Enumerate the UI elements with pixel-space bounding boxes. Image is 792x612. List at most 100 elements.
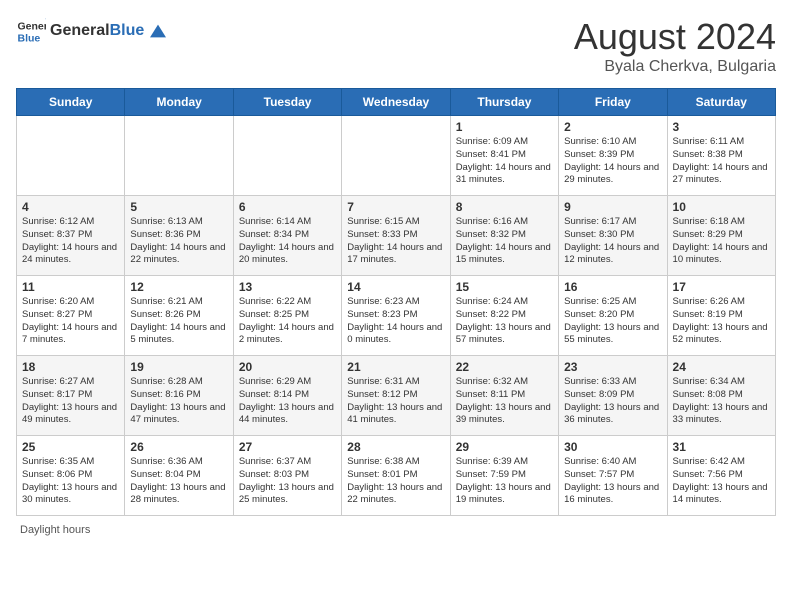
table-row: 12Sunrise: 6:21 AM Sunset: 8:26 PM Dayli… bbox=[125, 276, 233, 356]
table-row: 14 Sunrise: 6:23 AM Sunset: 8:23 PM Dayli… bbox=[342, 276, 450, 356]
col-saturday: Saturday bbox=[667, 89, 775, 116]
calendar-header: Sunday Monday Tuesday Wednesday Thursday… bbox=[17, 89, 776, 116]
day-content: Sunrise: 6:36 AM Sunset: 8:04 PM Dayligh… bbox=[130, 456, 227, 507]
table-row: 28Sunrise: 6:38 AM Sunset: 8:01 PM Dayli… bbox=[342, 436, 450, 516]
day-number: 2 bbox=[564, 120, 661, 134]
day-content: Sunrise: 6:11 AM Sunset: 8:38 PM Dayligh… bbox=[673, 136, 770, 187]
table-row: 17Sunrise: 6:26 AM Sunset: 8:19 PM Dayli… bbox=[667, 276, 775, 356]
col-tuesday: Tuesday bbox=[233, 89, 341, 116]
day-number: 9 bbox=[564, 200, 661, 214]
table-row: 10 Sunrise: 6:18 AM Sunset: 8:29 PM Dayli… bbox=[667, 196, 775, 276]
table-row: 7Sunrise: 6:15 AM Sunset: 8:33 PM Daylig… bbox=[342, 196, 450, 276]
title-area: August 2024 Byala Cherkva, Bulgaria bbox=[574, 16, 776, 76]
day-content: Sunrise: 6:21 AM Sunset: 8:26 PM Dayligh… bbox=[130, 296, 227, 347]
day-content: Sunrise: 6:09 AM Sunset: 8:41 PM Dayligh… bbox=[456, 136, 553, 187]
day-content: Sunrise: 6:18 AM Sunset: 8:29 PM Dayligh… bbox=[673, 216, 770, 267]
table-row: 2 Sunrise: 6:10 AM Sunset: 8:39 PM Daylig… bbox=[559, 116, 667, 196]
footer: Daylight hours bbox=[16, 524, 776, 536]
table-row: 25Sunrise: 6:35 AM Sunset: 8:06 PM Dayli… bbox=[17, 436, 125, 516]
table-row: 4 Sunrise: 6:12 AM Sunset: 8:37 PM Daylig… bbox=[17, 196, 125, 276]
day-content: Sunrise: 6:35 AM Sunset: 8:06 PM Dayligh… bbox=[22, 456, 119, 507]
col-friday: Friday bbox=[559, 89, 667, 116]
calendar-week-row: 4 Sunrise: 6:12 AM Sunset: 8:37 PM Daylig… bbox=[17, 196, 776, 276]
table-row bbox=[342, 116, 450, 196]
header: General Blue GeneralBlue August 2024 Bya… bbox=[16, 16, 776, 76]
day-number: 22 bbox=[456, 360, 553, 374]
day-content: Sunrise: 6:10 AM Sunset: 8:39 PM Dayligh… bbox=[564, 136, 661, 187]
logo-triangle-icon bbox=[150, 23, 166, 39]
day-number: 28 bbox=[347, 440, 444, 454]
table-row: 11Sunrise: 6:20 AM Sunset: 8:27 PM Dayli… bbox=[17, 276, 125, 356]
table-row: 13 Sunrise: 6:22 AM Sunset: 8:25 PM Dayli… bbox=[233, 276, 341, 356]
svg-text:Blue: Blue bbox=[18, 33, 41, 45]
day-number: 15 bbox=[456, 280, 553, 294]
daylight-hours-label: Daylight hours bbox=[20, 524, 90, 536]
day-number: 6 bbox=[239, 200, 336, 214]
day-content: Sunrise: 6:12 AM Sunset: 8:37 PM Dayligh… bbox=[22, 216, 119, 267]
day-number: 27 bbox=[239, 440, 336, 454]
day-content: Sunrise: 6:14 AM Sunset: 8:34 PM Dayligh… bbox=[239, 216, 336, 267]
calendar-week-row: 11Sunrise: 6:20 AM Sunset: 8:27 PM Dayli… bbox=[17, 276, 776, 356]
day-number: 10 bbox=[673, 200, 770, 214]
day-number: 13 bbox=[239, 280, 336, 294]
table-row bbox=[17, 116, 125, 196]
table-row: 15Sunrise: 6:24 AM Sunset: 8:22 PM Dayli… bbox=[450, 276, 558, 356]
day-content: Sunrise: 6:33 AM Sunset: 8:09 PM Dayligh… bbox=[564, 376, 661, 427]
table-row bbox=[233, 116, 341, 196]
logo-blue: Blue bbox=[110, 22, 145, 39]
table-row: 30 Sunrise: 6:40 AM Sunset: 7:57 PM Dayli… bbox=[559, 436, 667, 516]
day-number: 4 bbox=[22, 200, 119, 214]
day-content: Sunrise: 6:13 AM Sunset: 8:36 PM Dayligh… bbox=[130, 216, 227, 267]
day-number: 26 bbox=[130, 440, 227, 454]
day-content: Sunrise: 6:27 AM Sunset: 8:17 PM Dayligh… bbox=[22, 376, 119, 427]
table-row: 26 Sunrise: 6:36 AM Sunset: 8:04 PM Dayli… bbox=[125, 436, 233, 516]
day-content: Sunrise: 6:29 AM Sunset: 8:14 PM Dayligh… bbox=[239, 376, 336, 427]
day-content: Sunrise: 6:25 AM Sunset: 8:20 PM Dayligh… bbox=[564, 296, 661, 347]
day-content: Sunrise: 6:31 AM Sunset: 8:12 PM Dayligh… bbox=[347, 376, 444, 427]
col-thursday: Thursday bbox=[450, 89, 558, 116]
day-number: 21 bbox=[347, 360, 444, 374]
day-number: 18 bbox=[22, 360, 119, 374]
day-number: 17 bbox=[673, 280, 770, 294]
day-content: Sunrise: 6:40 AM Sunset: 7:57 PM Dayligh… bbox=[564, 456, 661, 507]
day-number: 3 bbox=[673, 120, 770, 134]
day-number: 5 bbox=[130, 200, 227, 214]
day-number: 23 bbox=[564, 360, 661, 374]
day-number: 30 bbox=[564, 440, 661, 454]
day-number: 11 bbox=[22, 280, 119, 294]
table-row: 3 Sunrise: 6:11 AM Sunset: 8:38 PM Daylig… bbox=[667, 116, 775, 196]
table-row: 9Sunrise: 6:17 AM Sunset: 8:30 PM Daylig… bbox=[559, 196, 667, 276]
logo-icon: General Blue bbox=[16, 16, 46, 46]
table-row bbox=[125, 116, 233, 196]
table-row: 20Sunrise: 6:29 AM Sunset: 8:14 PM Dayli… bbox=[233, 356, 341, 436]
logo: General Blue GeneralBlue bbox=[16, 16, 166, 46]
day-number: 14 bbox=[347, 280, 444, 294]
table-row: 27 Sunrise: 6:37 AM Sunset: 8:03 PM Dayli… bbox=[233, 436, 341, 516]
table-row: 16Sunrise: 6:25 AM Sunset: 8:20 PM Dayli… bbox=[559, 276, 667, 356]
table-row: 8Sunrise: 6:16 AM Sunset: 8:32 PM Daylig… bbox=[450, 196, 558, 276]
table-row: 18 Sunrise: 6:27 AM Sunset: 8:17 PM Dayli… bbox=[17, 356, 125, 436]
table-row: 1Sunrise: 6:09 AM Sunset: 8:41 PM Daylig… bbox=[450, 116, 558, 196]
col-sunday: Sunday bbox=[17, 89, 125, 116]
calendar-week-row: 18 Sunrise: 6:27 AM Sunset: 8:17 PM Dayli… bbox=[17, 356, 776, 436]
day-number: 29 bbox=[456, 440, 553, 454]
table-row: 21 Sunrise: 6:31 AM Sunset: 8:12 PM Dayli… bbox=[342, 356, 450, 436]
calendar-body: 1Sunrise: 6:09 AM Sunset: 8:41 PM Daylig… bbox=[17, 116, 776, 516]
calendar-week-row: 25Sunrise: 6:35 AM Sunset: 8:06 PM Dayli… bbox=[17, 436, 776, 516]
day-content: Sunrise: 6:37 AM Sunset: 8:03 PM Dayligh… bbox=[239, 456, 336, 507]
day-content: Sunrise: 6:32 AM Sunset: 8:11 PM Dayligh… bbox=[456, 376, 553, 427]
day-number: 19 bbox=[130, 360, 227, 374]
calendar-week-row: 1Sunrise: 6:09 AM Sunset: 8:41 PM Daylig… bbox=[17, 116, 776, 196]
table-row: 29Sunrise: 6:39 AM Sunset: 7:59 PM Dayli… bbox=[450, 436, 558, 516]
day-content: Sunrise: 6:23 AM Sunset: 8:23 PM Dayligh… bbox=[347, 296, 444, 347]
logo-general: General bbox=[50, 22, 110, 39]
logo-text: GeneralBlue bbox=[50, 22, 166, 40]
day-number: 24 bbox=[673, 360, 770, 374]
day-content: Sunrise: 6:22 AM Sunset: 8:25 PM Dayligh… bbox=[239, 296, 336, 347]
col-wednesday: Wednesday bbox=[342, 89, 450, 116]
col-monday: Monday bbox=[125, 89, 233, 116]
table-row: 24Sunrise: 6:34 AM Sunset: 8:08 PM Dayli… bbox=[667, 356, 775, 436]
day-content: Sunrise: 6:16 AM Sunset: 8:32 PM Dayligh… bbox=[456, 216, 553, 267]
calendar-table: Sunday Monday Tuesday Wednesday Thursday… bbox=[16, 88, 776, 516]
location-subtitle: Byala Cherkva, Bulgaria bbox=[574, 58, 776, 76]
